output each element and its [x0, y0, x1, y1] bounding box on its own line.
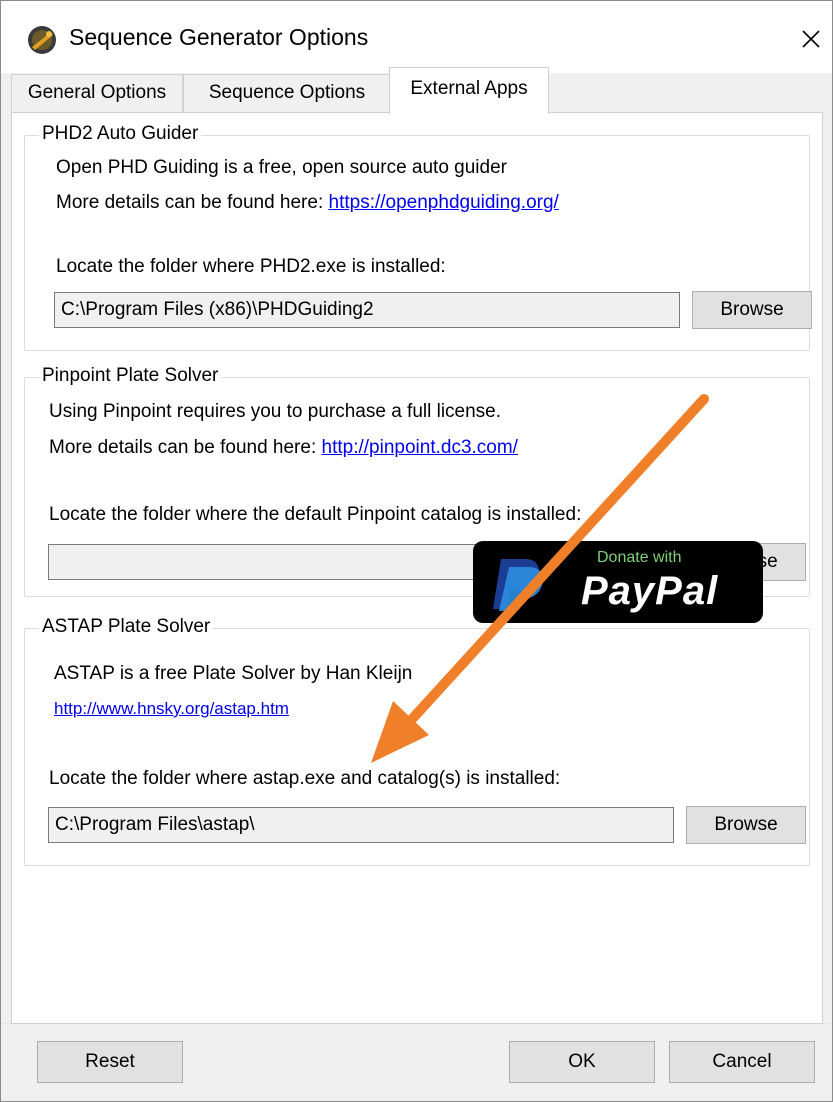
pinpoint-locate-label: Locate the folder where the default Pinp…	[49, 504, 582, 525]
phd2-description: Open PHD Guiding is a free, open source …	[56, 157, 507, 178]
astap-description: ASTAP is a free Plate Solver by Han Klei…	[54, 663, 413, 684]
astap-path-input[interactable]: C:\Program Files\astap\	[48, 807, 674, 843]
paypal-logo-icon	[485, 555, 549, 616]
phd2-link[interactable]: https://openphdguiding.org/	[329, 192, 559, 213]
tab-sequence-options[interactable]: Sequence Options	[183, 74, 391, 113]
telescope-icon	[27, 25, 57, 55]
group-title: Pinpoint Plate Solver	[39, 365, 222, 387]
window-title: Sequence Generator Options	[69, 24, 369, 50]
pinpoint-details-text: More details can be found here: http://p…	[49, 437, 518, 459]
phd2-locate-label: Locate the folder where PHD2.exe is inst…	[56, 256, 446, 277]
astap-link-row: http://www.hnsky.org/astap.htm	[54, 699, 289, 719]
group-title: PHD2 Auto Guider	[39, 123, 202, 145]
phd2-browse-button[interactable]: Browse	[692, 291, 812, 329]
reset-button[interactable]: Reset	[37, 1041, 183, 1083]
pinpoint-link[interactable]: http://pinpoint.dc3.com/	[322, 437, 518, 458]
dialog-window: Sequence Generator Options General Optio…	[0, 0, 833, 1102]
details-prefix: More details can be found here:	[49, 437, 322, 458]
tab-external-apps[interactable]: External Apps	[389, 67, 549, 114]
paypal-donate-button[interactable]: Donate with PayPal	[473, 541, 763, 623]
tab-general-options[interactable]: General Options	[11, 74, 183, 113]
paypal-brand-text: PayPal	[581, 569, 719, 613]
astap-locate-label: Locate the folder where astap.exe and ca…	[49, 768, 561, 789]
phd2-path-input[interactable]: C:\Program Files (x86)\PHDGuiding2	[54, 292, 680, 328]
title-bar: Sequence Generator Options	[1, 1, 832, 73]
close-icon	[802, 30, 820, 48]
tab-label: General Options	[27, 82, 167, 103]
details-prefix: More details can be found here:	[56, 192, 329, 213]
paypal-donate-text: Donate with	[597, 549, 682, 566]
astap-browse-button[interactable]: Browse	[686, 806, 806, 844]
cancel-button[interactable]: Cancel	[669, 1041, 815, 1083]
tab-label: Sequence Options	[208, 82, 366, 103]
pinpoint-description: Using Pinpoint requires you to purchase …	[49, 401, 502, 422]
ok-button[interactable]: OK	[509, 1041, 655, 1083]
close-button[interactable]	[791, 19, 831, 59]
astap-link[interactable]: http://www.hnsky.org/astap.htm	[54, 699, 289, 718]
phd2-details-text: More details can be found here: https://…	[56, 192, 559, 214]
group-title: ASTAP Plate Solver	[39, 616, 214, 638]
tab-label: External Apps	[410, 78, 528, 99]
